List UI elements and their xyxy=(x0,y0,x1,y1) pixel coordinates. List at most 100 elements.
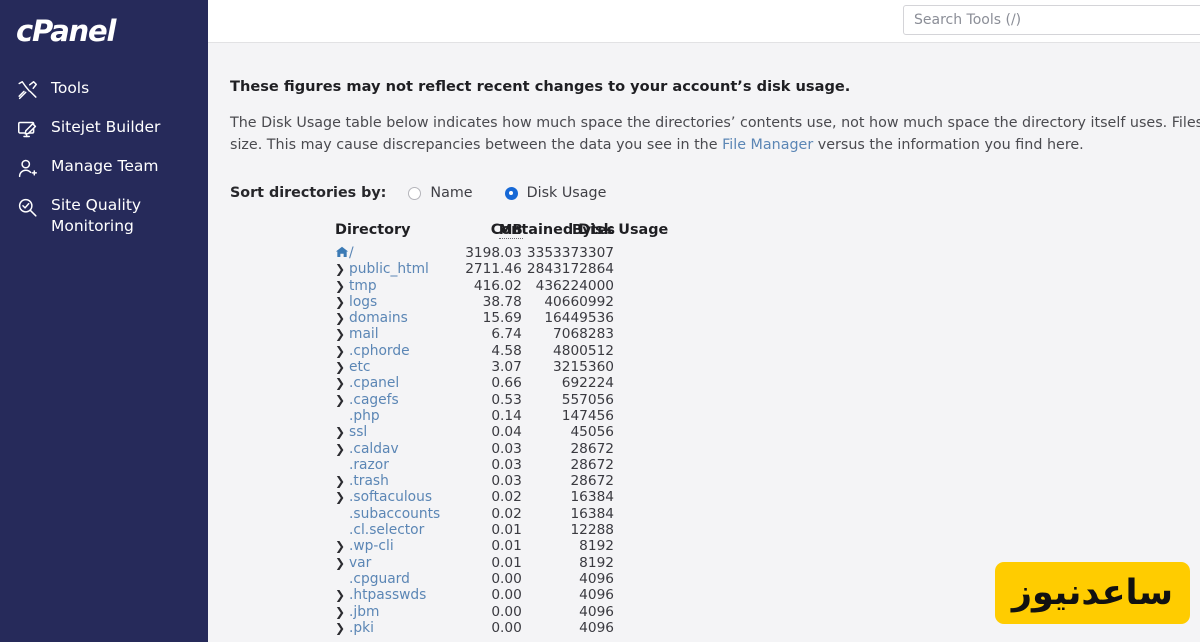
table-row: ❯ .htpasswds 0.00 4096 xyxy=(335,587,615,603)
chevron-right-icon[interactable]: ❯ xyxy=(335,587,349,603)
sidebar-item-site-quality-monitoring[interactable]: Site Quality Monitoring xyxy=(0,187,208,245)
directory-link[interactable]: .cl.selector xyxy=(349,522,424,538)
table-row: ❯ var 0.01 8192 xyxy=(335,555,615,571)
notice-body: The Disk Usage table below indicates how… xyxy=(230,112,1200,156)
chevron-right-icon[interactable]: ❯ xyxy=(335,424,349,440)
mb-cell: 2711.46 xyxy=(465,261,522,278)
bytes-cell: 4096 xyxy=(579,570,614,587)
directory-cell: ❯ mail xyxy=(335,326,461,342)
sidebar-item-tools[interactable]: Tools xyxy=(0,70,208,109)
disk-usage-table: Directory MB Bytes /3198.03 3353373307 ❯ pu… xyxy=(335,222,615,636)
directory-link[interactable]: .cpanel xyxy=(349,375,399,391)
chevron-right-icon[interactable]: ❯ xyxy=(335,359,349,375)
bytes-cell: 3353373307 xyxy=(526,245,614,261)
directory-link[interactable]: public_html xyxy=(349,261,429,277)
directory-cell: ❯ .wp-cli xyxy=(335,538,461,554)
chevron-right-icon[interactable]: ❯ xyxy=(335,473,349,489)
chevron-right-icon[interactable]: ❯ xyxy=(335,620,349,636)
chevron-right-icon[interactable]: ❯ xyxy=(335,604,349,620)
sidebar-item-sitejet-builder[interactable]: Sitejet Builder xyxy=(0,109,208,148)
table-row: ❯ tmp 416.02 436224000 xyxy=(335,278,615,294)
sidebar-item-manage-team[interactable]: Manage Team xyxy=(0,148,208,187)
sidebar-item-label: Sitejet Builder xyxy=(51,118,161,136)
cpanel-logo[interactable]: cPanel xyxy=(16,14,208,48)
directory-link[interactable]: / xyxy=(349,245,354,261)
chevron-right-icon[interactable]: ❯ xyxy=(335,538,349,554)
chevron-right-icon[interactable]: ❯ xyxy=(335,294,349,310)
chevron-right-icon[interactable]: ❯ xyxy=(335,489,349,505)
chevron-right-icon[interactable]: ❯ xyxy=(335,326,349,342)
chevron-right-icon[interactable]: ❯ xyxy=(335,555,349,571)
chevron-right-icon[interactable]: ❯ xyxy=(335,310,349,326)
sort-label: Sort directories by: xyxy=(230,185,387,201)
mb-cell: 0.00 xyxy=(491,587,522,604)
chevron-right-icon[interactable]: ❯ xyxy=(335,441,349,457)
mb-cell: 0.66 xyxy=(491,375,522,392)
bytes-cell: 8192 xyxy=(579,538,614,555)
directory-link[interactable]: .trash xyxy=(349,473,389,489)
contained-disk-usage-header: Contained Disk Usage xyxy=(490,222,669,238)
bytes-cell: 40660992 xyxy=(544,293,614,310)
directory-link[interactable]: .wp-cli xyxy=(349,538,394,554)
table-row: ❯.cl.selector 0.01 12288 xyxy=(335,522,615,538)
search-input[interactable] xyxy=(903,5,1200,35)
radio-disk-usage-indicator[interactable] xyxy=(504,186,518,200)
user-plus-icon xyxy=(16,157,38,179)
mb-cell: 0.53 xyxy=(491,391,522,408)
sidebar-item-label: Site Quality Monitoring xyxy=(51,196,142,235)
directory-cell: ❯ .cphorde xyxy=(335,343,461,359)
mb-cell: 0.00 xyxy=(491,603,522,620)
table-row: ❯ .jbm 0.00 4096 xyxy=(335,604,615,620)
directory-link[interactable]: mail xyxy=(349,326,379,342)
directory-link[interactable]: .pki xyxy=(349,620,374,636)
chevron-right-icon[interactable]: ❯ xyxy=(335,343,349,359)
directory-link[interactable]: ssl xyxy=(349,424,367,440)
directory-link[interactable]: .razor xyxy=(349,457,389,473)
bytes-cell: 45056 xyxy=(570,424,614,441)
table-row: ❯ etc 3.07 3215360 xyxy=(335,359,615,375)
file-manager-link[interactable]: File Manager xyxy=(722,137,813,153)
directory-link[interactable]: .php xyxy=(349,408,380,424)
directory-link[interactable]: .htpasswds xyxy=(349,587,426,603)
bytes-cell: 16384 xyxy=(570,505,614,522)
radio-name-indicator[interactable] xyxy=(408,186,422,200)
chevron-right-icon[interactable]: ❯ xyxy=(335,261,349,277)
directory-link[interactable]: tmp xyxy=(349,278,377,294)
directory-cell: ❯ .htpasswds xyxy=(335,587,461,603)
directory-cell: ❯ .caldav xyxy=(335,441,461,457)
chevron-right-icon[interactable]: ❯ xyxy=(335,278,349,294)
chevron-right-icon[interactable]: ❯ xyxy=(335,392,349,408)
sort-option-disk-usage[interactable]: Disk Usage xyxy=(504,185,606,201)
directory-link[interactable]: .cagefs xyxy=(349,392,399,408)
directory-link[interactable]: var xyxy=(349,555,371,571)
mb-cell: 15.69 xyxy=(482,310,522,327)
directory-link[interactable]: .softaculous xyxy=(349,489,432,505)
directory-link[interactable]: .cphorde xyxy=(349,343,410,359)
directory-link[interactable]: logs xyxy=(349,294,377,310)
bytes-cell: 8192 xyxy=(579,554,614,571)
directory-cell: ❯.php xyxy=(335,408,461,424)
directory-cell: ❯ .jbm xyxy=(335,604,461,620)
chevron-spacer: ❯ xyxy=(335,522,349,538)
mb-cell: 0.00 xyxy=(491,619,522,636)
table-row: / 3198.03 3353373307 xyxy=(335,245,615,261)
chevron-right-icon[interactable]: ❯ xyxy=(335,375,349,391)
mb-cell: 0.14 xyxy=(491,407,522,424)
sort-option-name[interactable]: Name xyxy=(408,185,473,201)
directory-link[interactable]: .cpguard xyxy=(349,571,410,587)
directory-link[interactable]: .jbm xyxy=(349,604,379,620)
directory-cell: ❯.razor xyxy=(335,457,461,473)
table-row: ❯ .cagefs 0.53 557056 xyxy=(335,392,615,408)
mb-cell: 0.03 xyxy=(491,473,522,490)
directory-cell: / xyxy=(335,245,461,261)
directory-link[interactable]: .subaccounts xyxy=(349,506,440,522)
directory-link[interactable]: .caldav xyxy=(349,441,399,457)
monitor-pen-icon xyxy=(16,118,38,140)
table-row: ❯.razor 0.03 28672 xyxy=(335,457,615,473)
directory-link[interactable]: domains xyxy=(349,310,408,326)
directory-cell: ❯ ssl xyxy=(335,424,461,440)
directory-link[interactable]: etc xyxy=(349,359,370,375)
cpanel-disk-usage-page: cPanel Tools Sitejet Builder Manage Team… xyxy=(0,0,1200,642)
notice-body-line2: size. This may cause discrepancies betwe… xyxy=(230,134,1200,156)
bytes-cell: 16449536 xyxy=(544,310,614,327)
